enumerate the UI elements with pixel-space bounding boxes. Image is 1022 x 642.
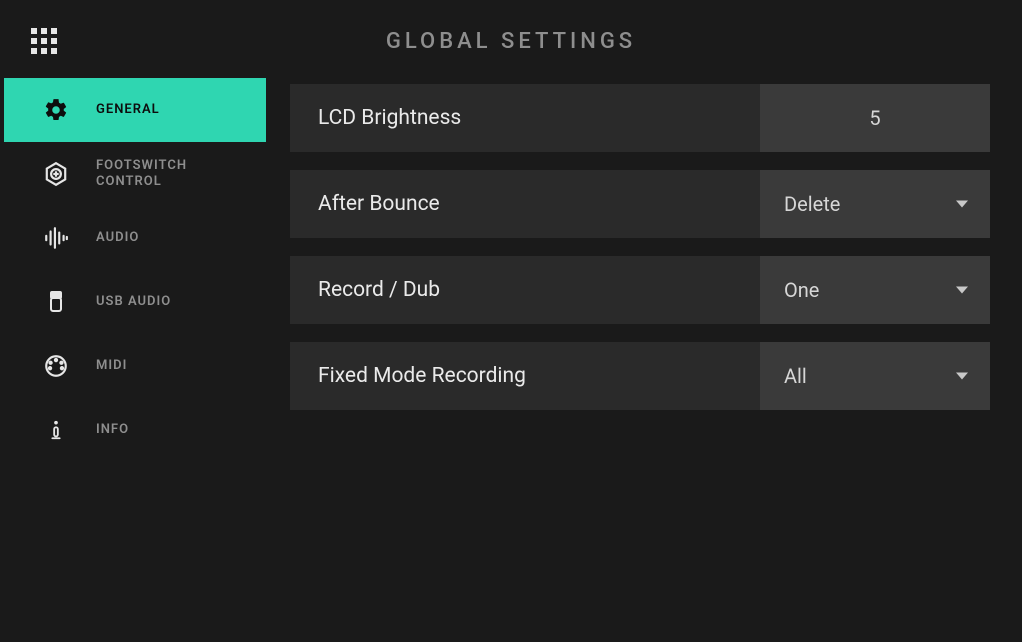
setting-fixed-mode: Fixed Mode Recording All — [290, 342, 990, 410]
setting-label: After Bounce — [290, 170, 760, 238]
waveform-icon — [42, 224, 70, 252]
value-text: Delete — [784, 192, 840, 216]
setting-record-dub: Record / Dub One — [290, 256, 990, 324]
chevron-down-icon — [956, 373, 968, 380]
setting-lcd-brightness: LCD Brightness 5 — [290, 84, 990, 152]
sidebar-item-usb-audio[interactable]: USB AUDIO — [4, 270, 266, 334]
sidebar-item-label: GENERAL — [96, 102, 160, 118]
lcd-brightness-value[interactable]: 5 — [760, 84, 990, 152]
sidebar-item-info[interactable]: INFO — [4, 398, 266, 462]
info-icon — [42, 416, 70, 444]
sidebar-item-midi[interactable]: MIDI — [4, 334, 266, 398]
sidebar-item-audio[interactable]: AUDIO — [4, 206, 266, 270]
sidebar-item-label: MIDI — [96, 358, 127, 374]
setting-label: Record / Dub — [290, 256, 760, 324]
value-text: 5 — [869, 106, 880, 130]
header: GLOBAL SETTINGS — [4, 4, 1018, 78]
page-title: GLOBAL SETTINGS — [22, 29, 1000, 54]
sidebar-item-label: INFO — [96, 422, 129, 438]
chevron-down-icon — [956, 287, 968, 294]
setting-label: Fixed Mode Recording — [290, 342, 760, 410]
chevron-down-icon — [956, 201, 968, 208]
gear-icon — [42, 96, 70, 124]
sidebar-item-label: USB AUDIO — [96, 294, 171, 310]
sidebar-item-footswitch[interactable]: FOOTSWITCH CONTROL — [4, 142, 266, 206]
usb-icon — [42, 288, 70, 316]
sidebar-item-label: AUDIO — [96, 230, 139, 246]
after-bounce-select[interactable]: Delete — [760, 170, 990, 238]
setting-after-bounce: After Bounce Delete — [290, 170, 990, 238]
sidebar: GENERAL FOOTSWITCH CONTROL AUDIO — [4, 78, 266, 638]
value-text: All — [784, 364, 807, 388]
value-text: One — [784, 278, 819, 302]
hexagon-plus-icon — [42, 160, 70, 188]
sidebar-item-label: FOOTSWITCH CONTROL — [96, 158, 216, 191]
sidebar-item-general[interactable]: GENERAL — [4, 78, 266, 142]
settings-panel: LCD Brightness 5 After Bounce Delete Rec… — [266, 78, 1018, 638]
fixed-mode-select[interactable]: All — [760, 342, 990, 410]
setting-label: LCD Brightness — [290, 84, 760, 152]
record-dub-select[interactable]: One — [760, 256, 990, 324]
midi-connector-icon — [42, 352, 70, 380]
